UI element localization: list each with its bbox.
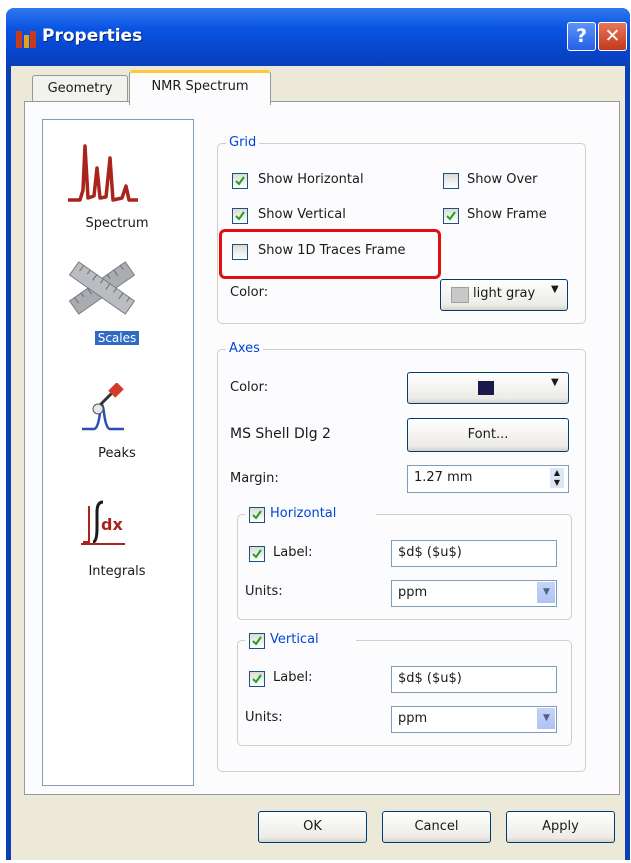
axes-color-button[interactable]: ▼ — [407, 372, 569, 404]
axes-group-title: Axes — [226, 341, 263, 356]
axes-color-swatch — [478, 381, 494, 395]
margin-spinbox[interactable]: 1.27 mm ▲ ▼ — [407, 465, 569, 493]
show-horizontal-checkbox[interactable] — [232, 173, 248, 189]
tab-nmr-spectrum[interactable]: NMR Spectrum — [129, 70, 271, 105]
tab-geometry[interactable]: Geometry — [32, 75, 128, 102]
show-over-label[interactable]: Show Over — [467, 172, 537, 187]
margin-value: 1.27 mm — [414, 470, 473, 485]
peaks-icon[interactable] — [80, 383, 126, 433]
show-frame-checkbox[interactable] — [443, 208, 459, 224]
close-button[interactable]: ✕ — [598, 22, 627, 51]
grid-color-swatch — [451, 287, 469, 303]
category-integrals-label[interactable]: Integrals — [42, 564, 192, 579]
horizontal-title[interactable]: Horizontal — [270, 506, 336, 521]
chevron-down-icon[interactable]: ▼ — [537, 708, 555, 729]
vertical-units-value: ppm — [398, 711, 428, 726]
vertical-checkbox[interactable] — [249, 633, 265, 649]
grid-group-title: Grid — [226, 135, 260, 150]
highlight-box — [219, 229, 441, 279]
scales-icon[interactable] — [64, 256, 140, 320]
chevron-down-icon: ▼ — [551, 284, 559, 295]
app-icon — [16, 31, 36, 48]
category-spectrum-label[interactable]: Spectrum — [42, 216, 192, 231]
horizontal-label-value: $d$ ($u$) — [398, 545, 462, 560]
category-scales[interactable]: Scales — [42, 330, 192, 346]
apply-button[interactable]: Apply — [506, 811, 615, 843]
grid-color-label: Color: — [230, 285, 269, 300]
show-horizontal-label[interactable]: Show Horizontal — [258, 172, 364, 187]
horizontal-units-select[interactable]: ppm ▼ — [391, 580, 557, 607]
vertical-label-value: $d$ ($u$) — [398, 671, 462, 686]
horizontal-units-value: ppm — [398, 585, 428, 600]
horizontal-units-label: Units: — [245, 584, 283, 599]
vertical-units-select[interactable]: ppm ▼ — [391, 706, 557, 733]
show-vertical-checkbox[interactable] — [232, 208, 248, 224]
grid-color-value: light gray — [473, 286, 536, 301]
show-over-checkbox[interactable] — [443, 173, 459, 189]
margin-label: Margin: — [230, 471, 279, 486]
category-scales-label[interactable]: Scales — [93, 330, 141, 346]
spectrum-icon[interactable] — [66, 138, 140, 206]
spin-arrows-icon[interactable]: ▲ ▼ — [550, 468, 564, 488]
chevron-down-icon[interactable]: ▼ — [537, 582, 555, 603]
grid-color-button[interactable]: light gray ▼ — [440, 279, 568, 311]
vertical-title[interactable]: Vertical — [270, 632, 319, 647]
svg-text:dx: dx — [101, 515, 123, 534]
vertical-label-text[interactable]: Label: — [273, 670, 312, 685]
show-vertical-label[interactable]: Show Vertical — [258, 207, 346, 222]
vertical-label-input[interactable]: $d$ ($u$) — [391, 666, 557, 693]
horizontal-checkbox[interactable] — [249, 507, 265, 523]
ok-button[interactable]: OK — [258, 811, 367, 843]
show-frame-label[interactable]: Show Frame — [467, 207, 547, 222]
help-button[interactable]: ? — [567, 22, 596, 51]
integrals-icon[interactable]: dx — [79, 498, 127, 546]
axes-color-label: Color: — [230, 380, 269, 395]
category-peaks-label[interactable]: Peaks — [42, 446, 192, 461]
horizontal-label-input[interactable]: $d$ ($u$) — [391, 540, 557, 567]
vertical-units-label: Units: — [245, 710, 283, 725]
horizontal-label-checkbox[interactable] — [249, 546, 265, 562]
font-button[interactable]: Font... — [407, 418, 569, 452]
vertical-label-checkbox[interactable] — [249, 671, 265, 687]
chevron-down-icon: ▼ — [551, 377, 559, 388]
horizontal-label-text[interactable]: Label: — [273, 545, 312, 560]
window-title: Properties — [42, 26, 143, 46]
axes-font-name: MS Shell Dlg 2 — [230, 426, 331, 442]
cancel-button[interactable]: Cancel — [382, 811, 491, 843]
